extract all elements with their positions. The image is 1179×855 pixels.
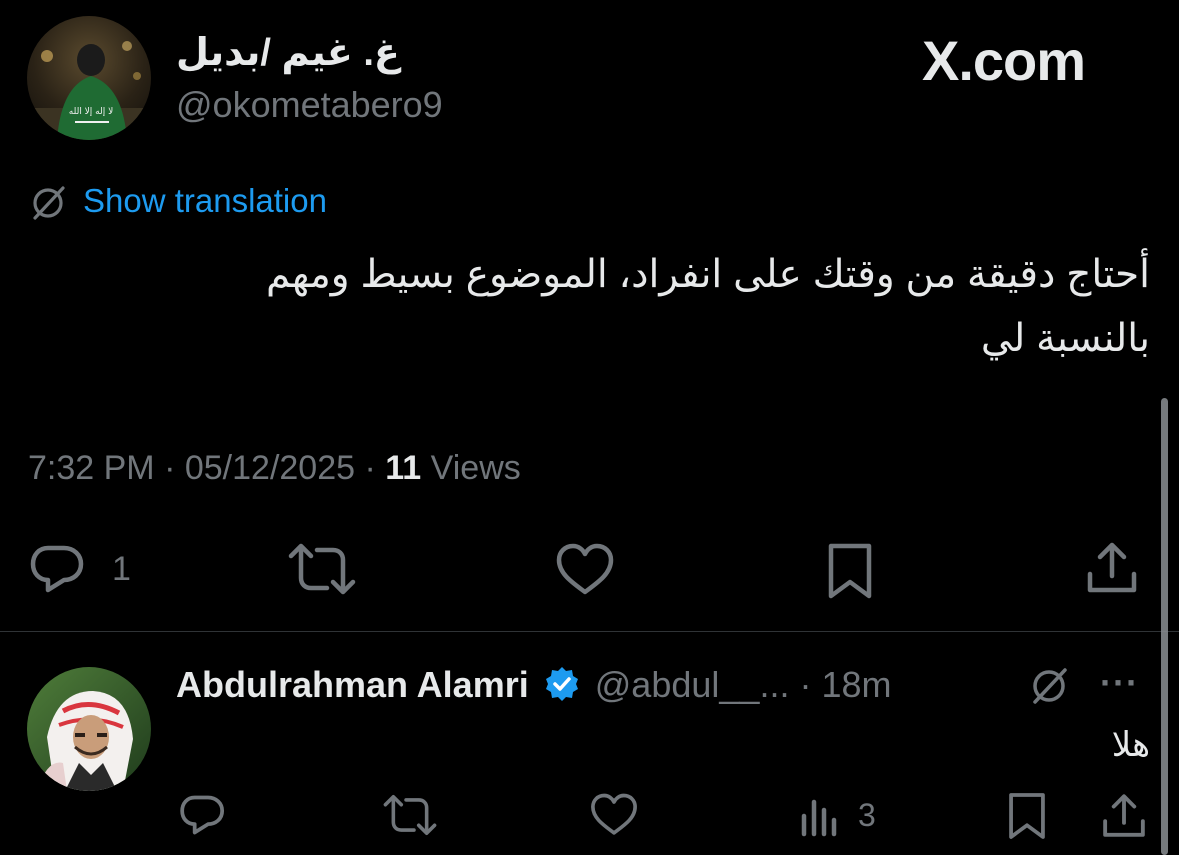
- share-icon: [1087, 542, 1137, 593]
- svg-text:ﻻ ﺇﻟﻪ ﺇﻻ ﺍﻟﻠﻪ: ﻻ ﺇﻟﻪ ﺇﻻ ﺍﻟﻠﻪ: [69, 107, 113, 117]
- heart-icon: [591, 793, 637, 835]
- tweet-text-line-2: بالنسبة لي: [980, 317, 1150, 360]
- bookmark-icon: [1009, 793, 1045, 839]
- repost-icon: [383, 794, 437, 836]
- tweet-time[interactable]: 7:32 PM: [28, 449, 155, 487]
- reply-views-button[interactable]: [798, 796, 842, 838]
- meta-separator: ·: [364, 449, 376, 487]
- reply-separator: ·: [799, 664, 812, 705]
- reply-translate-icon[interactable]: [1027, 664, 1071, 708]
- author-avatar-image: ﻻ ﺇﻟﻪ ﺇﻻ ﺍﻟﻠﻪ: [27, 16, 151, 140]
- tweet-text-line-1: أحتاج دقيقة من وقتك على انفراد، الموضوع …: [265, 253, 1150, 296]
- divider: [0, 631, 1179, 632]
- views-label[interactable]: Views: [431, 449, 521, 487]
- tweet-text: أحتاج دقيقة من وقتك على انفراد، الموضوع …: [70, 243, 1150, 371]
- repost-icon: [288, 543, 356, 595]
- reply-age[interactable]: 18m: [821, 664, 891, 705]
- author-avatar[interactable]: ﻻ ﺇﻟﻪ ﺇﻻ ﺍﻟﻠﻪ: [27, 16, 151, 140]
- share-button[interactable]: [1084, 540, 1140, 596]
- verified-badge-icon: [543, 665, 581, 703]
- reply-bookmark-button[interactable]: [1006, 790, 1048, 842]
- reply-icon: [180, 795, 225, 835]
- like-button[interactable]: [553, 542, 617, 598]
- x-brand-watermark: X.com: [922, 29, 1086, 92]
- author-display-name[interactable]: غ. غيم /بديل: [176, 30, 416, 75]
- views-count: 11: [385, 449, 422, 487]
- reply-repost-button[interactable]: [382, 792, 438, 838]
- tweet-meta: 7:32 PM · 05/12/2025 · 11 Views: [28, 449, 521, 488]
- reply-avatar-image: [27, 667, 151, 791]
- author-handle[interactable]: @okometabero9: [176, 84, 443, 126]
- reply-display-name[interactable]: Abdulrahman Alamri: [176, 664, 529, 705]
- reply-handle[interactable]: @abdul__...: [595, 664, 790, 705]
- show-translation-link[interactable]: Show translation: [83, 182, 327, 220]
- reply-button[interactable]: [28, 542, 88, 596]
- share-icon: [1103, 794, 1145, 837]
- scrollbar[interactable]: [1161, 398, 1168, 855]
- reply-author-avatar[interactable]: [27, 667, 151, 791]
- reply-like-button[interactable]: [588, 792, 640, 838]
- reply-views-count: 3: [858, 797, 876, 833]
- bookmark-button[interactable]: [825, 540, 875, 602]
- translate-icon: [28, 183, 68, 223]
- tweet-date[interactable]: 05/12/2025: [185, 449, 355, 487]
- reply-icon: [30, 545, 84, 593]
- reply-count: 1: [112, 550, 131, 588]
- reply-header: Abdulrahman Alamri @abdul__... · 18m: [176, 664, 892, 706]
- reply-reply-button[interactable]: [178, 792, 228, 838]
- meta-separator: ·: [164, 449, 176, 487]
- reply-share-button[interactable]: [1100, 792, 1148, 840]
- repost-button[interactable]: [287, 540, 357, 598]
- reply-text: هلا: [1111, 726, 1150, 764]
- more-options-button[interactable]: ···: [1100, 662, 1139, 704]
- analytics-icon: [801, 799, 837, 837]
- bookmark-icon: [828, 543, 872, 599]
- heart-icon: [556, 543, 614, 595]
